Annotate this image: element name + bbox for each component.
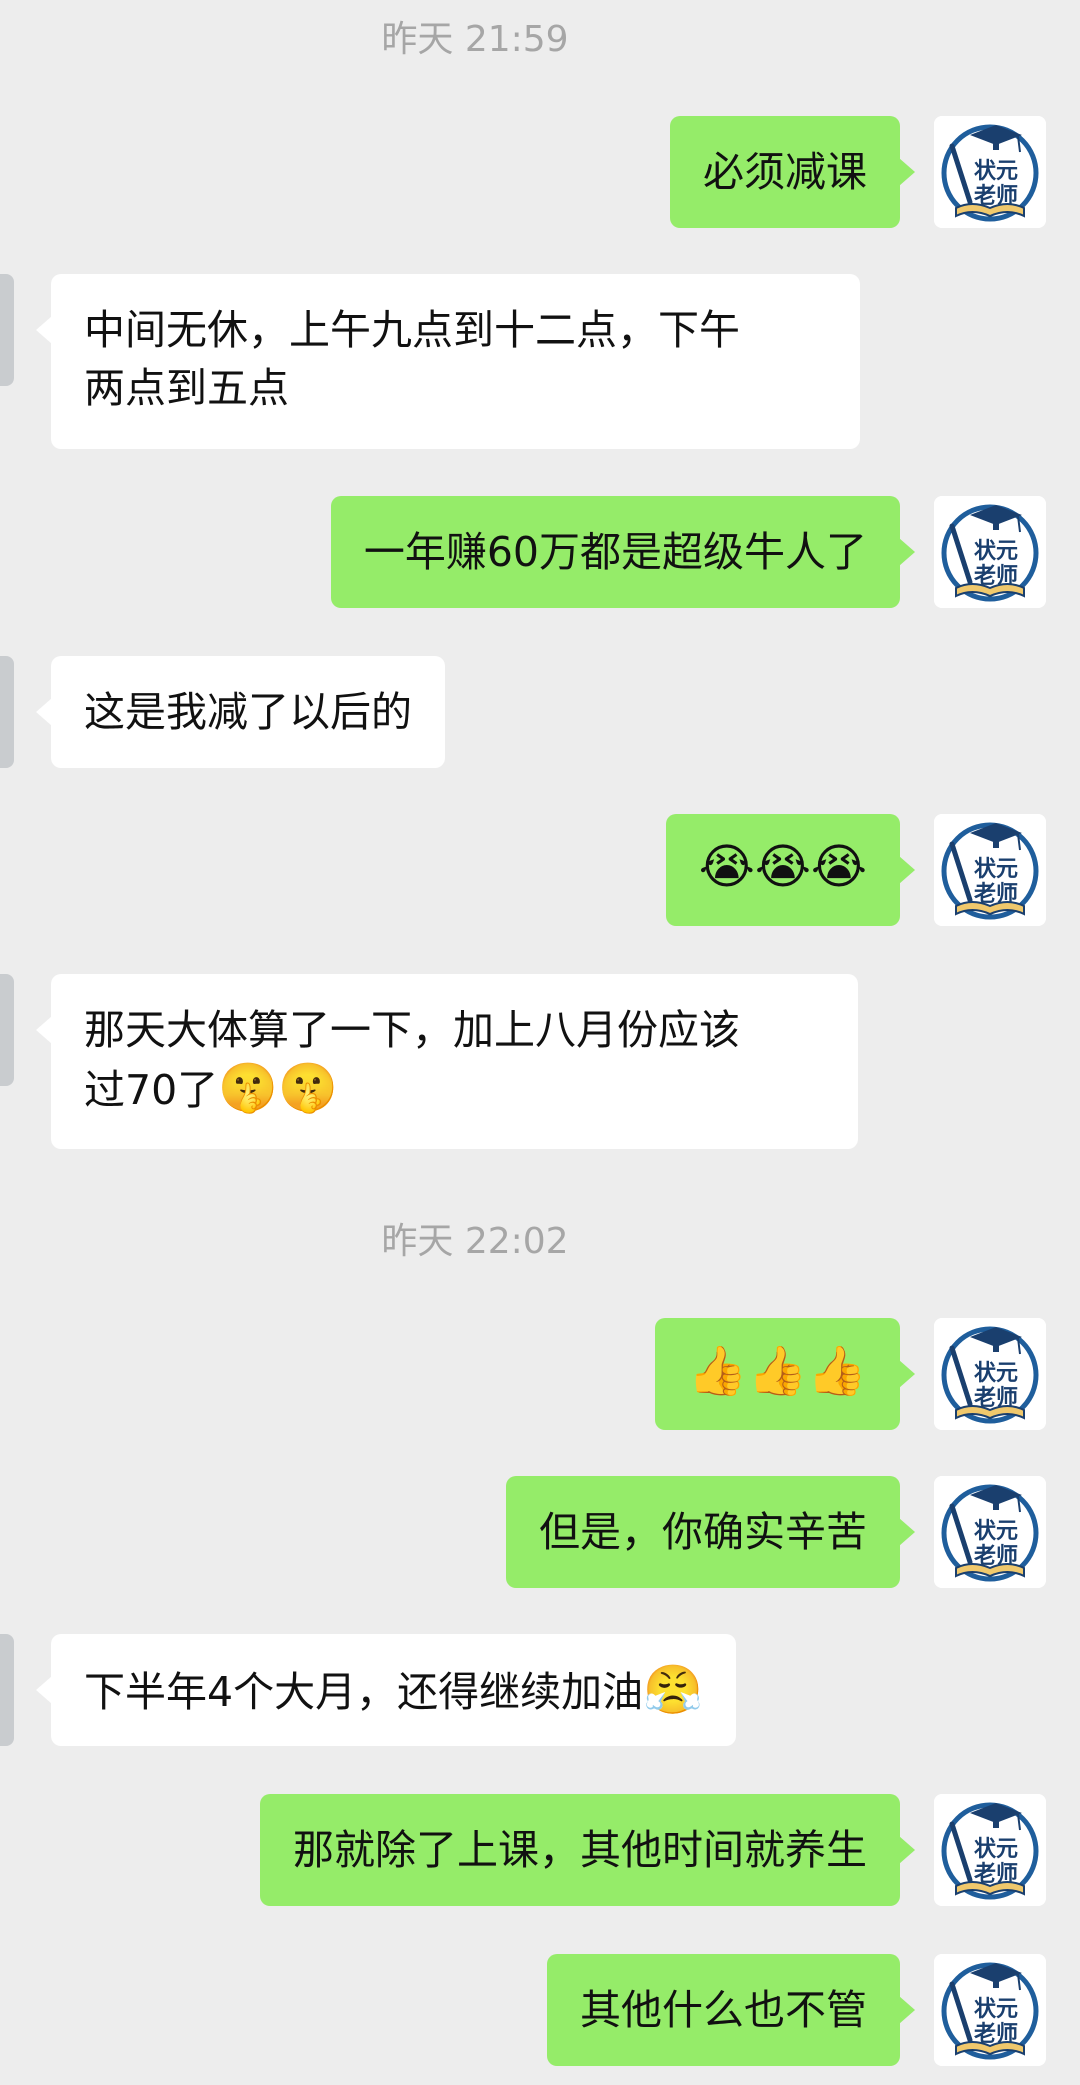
steam-face-emoji: 😤 [643,1662,703,1718]
shushing-face-emoji: 🤫🤫 [218,1060,338,1116]
message-bubble-incoming[interactable]: 这是我减了以后的 [36,656,445,768]
my-avatar[interactable] [934,814,1046,926]
crying-face-emoji: 😭😭😭 [698,839,867,895]
message-bubble-incoming[interactable]: 下半年4个大月，还得继续加油😤 [36,1634,736,1746]
teacher-logo-icon [934,116,1046,228]
message-text: 那就除了上课，其他时间就养生 [293,1826,867,1874]
teacher-logo-icon [934,1476,1046,1588]
message-bubble-outgoing[interactable]: 但是，你确实辛苦 [506,1476,915,1588]
message-text: 其他什么也不管 [580,1986,867,2034]
contact-avatar[interactable] [0,274,14,386]
message-text: 一年赚60万都是超级牛人了 [363,528,867,576]
message-bubble-outgoing[interactable]: 😭😭😭 [665,814,916,926]
message-text: 必须减课 [703,148,867,196]
my-avatar[interactable] [934,496,1046,608]
message-bubble-outgoing[interactable]: 必须减课 [670,116,915,228]
my-avatar[interactable] [934,1954,1046,2066]
contact-avatar[interactable] [0,1634,14,1746]
teacher-logo-icon [934,1954,1046,2066]
message-text: 下半年4个大月，还得继续加油 [84,1668,644,1716]
teacher-logo-icon [934,496,1046,608]
my-avatar[interactable] [934,1476,1046,1588]
my-avatar[interactable] [934,1794,1046,1906]
my-avatar[interactable] [934,116,1046,228]
message-bubble-incoming[interactable]: 中间无休，上午九点到十二点，下午 两点到五点 [36,274,860,449]
my-avatar[interactable] [934,1318,1046,1430]
contact-avatar[interactable] [0,974,14,1086]
message-bubble-incoming[interactable]: 那天大体算了一下，加上八月份应该 过70了🤫🤫 [36,974,858,1149]
thumbs-up-emoji: 👍👍👍 [687,1343,867,1399]
message-bubble-outgoing[interactable]: 那就除了上课，其他时间就养生 [260,1794,915,1906]
message-text: 两点到五点 [84,364,289,412]
contact-avatar[interactable] [0,656,14,768]
message-text: 这是我减了以后的 [84,688,412,736]
message-text: 中间无休，上午九点到十二点，下午 [84,306,740,354]
message-text: 那天大体算了一下，加上八月份应该 [84,1006,740,1054]
message-text: 过70了 [84,1066,219,1114]
message-text: 但是，你确实辛苦 [539,1508,867,1556]
teacher-logo-icon [934,814,1046,926]
teacher-logo-icon [934,1794,1046,1906]
message-bubble-outgoing[interactable]: 👍👍👍 [654,1318,916,1430]
timestamp: 昨天 22:02 [381,1221,569,1262]
teacher-logo-icon [934,1318,1046,1430]
message-bubble-outgoing[interactable]: 一年赚60万都是超级牛人了 [330,496,916,608]
message-bubble-outgoing[interactable]: 其他什么也不管 [547,1954,915,2066]
timestamp: 昨天 21:59 [381,19,569,60]
